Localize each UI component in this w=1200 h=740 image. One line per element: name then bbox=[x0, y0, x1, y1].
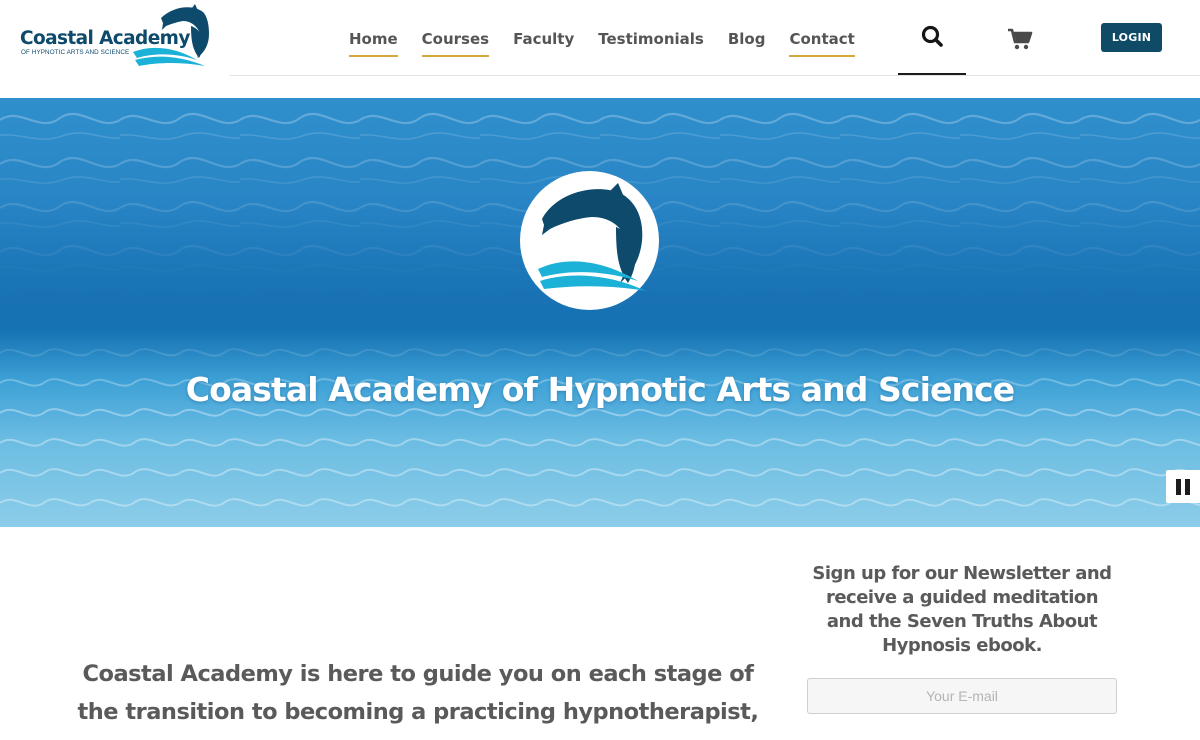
site-header: Coastal Academy OF HYPNOTIC ARTS AND SCI… bbox=[0, 0, 1200, 76]
cart-button[interactable] bbox=[1007, 27, 1033, 51]
hero-title: Coastal Academy of Hypnotic Arts and Sci… bbox=[185, 370, 1015, 409]
nav-blog[interactable]: Blog bbox=[728, 30, 766, 52]
login-button[interactable]: LOGIN bbox=[1101, 23, 1162, 52]
newsletter-heading: Sign up for our Newsletter and receive a… bbox=[812, 563, 1112, 656]
intro-paragraph: Coastal Academy is here to guide you on … bbox=[77, 661, 759, 740]
nav-faculty[interactable]: Faculty bbox=[513, 30, 574, 52]
hero-logo-badge bbox=[520, 171, 659, 310]
nav-contact[interactable]: Contact bbox=[789, 30, 856, 57]
pause-icon-bar bbox=[1185, 479, 1190, 495]
header-divider bbox=[230, 75, 1200, 76]
cart-icon bbox=[1008, 28, 1033, 50]
logo-tagline: OF HYPNOTIC ARTS AND SCIENCE bbox=[21, 49, 130, 56]
dolphin-logo-icon bbox=[538, 183, 646, 291]
hero-banner: Coastal Academy of Hypnotic Arts and Sci… bbox=[0, 98, 1200, 527]
main-nav: Home Courses Faculty Testimonials Blog C… bbox=[338, 30, 879, 57]
nav-home[interactable]: Home bbox=[349, 30, 398, 57]
pause-icon bbox=[1176, 479, 1181, 495]
dolphin-logo-icon bbox=[133, 4, 209, 66]
site-logo[interactable]: Coastal Academy OF HYPNOTIC ARTS AND SCI… bbox=[18, 4, 218, 68]
water-ripples-background bbox=[0, 98, 1200, 527]
search-icon bbox=[921, 25, 943, 47]
search-button[interactable] bbox=[920, 24, 946, 50]
newsletter-email-input[interactable] bbox=[807, 678, 1117, 714]
nav-testimonials[interactable]: Testimonials bbox=[598, 30, 704, 52]
nav-courses[interactable]: Courses bbox=[421, 30, 490, 57]
video-pause-button[interactable] bbox=[1166, 470, 1200, 503]
